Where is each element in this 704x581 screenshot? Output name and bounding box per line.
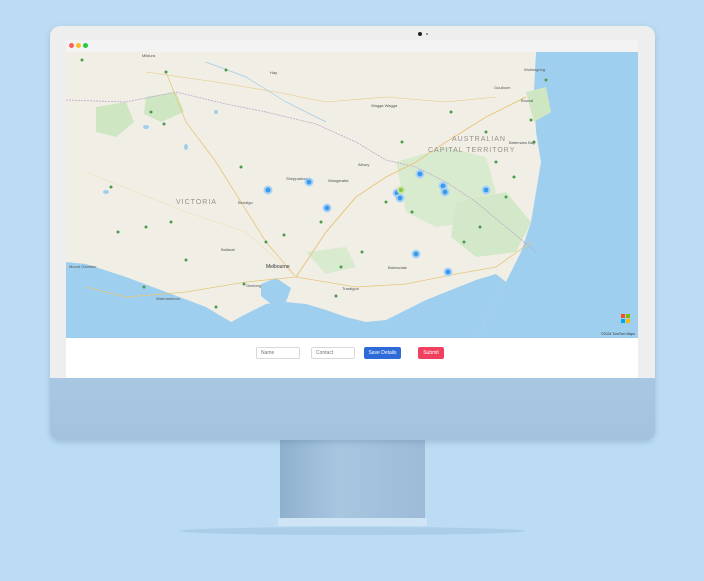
river [205, 61, 327, 123]
details-form: Save Details Submit [66, 338, 638, 378]
city-label: Melbourne [266, 264, 290, 270]
monitor: VICTORIA AUSTRALIAN CAPITAL TERRITORY Mi… [50, 26, 655, 440]
name-input[interactable] [256, 347, 300, 359]
lake [214, 110, 218, 114]
lake [143, 125, 149, 129]
monitor-bezel: VICTORIA AUSTRALIAN CAPITAL TERRITORY Mi… [50, 26, 655, 378]
map-logo-icon [621, 314, 625, 318]
region-label: VICTORIA [176, 199, 217, 206]
map-copyright: ©2024 TomTom Maps [600, 332, 635, 336]
region-label: AUSTRALIAN [452, 136, 506, 143]
region-label: CAPITAL TERRITORY [428, 147, 516, 154]
park-area [96, 102, 134, 137]
map-canvas[interactable] [66, 52, 638, 338]
city-label: Warrnambool [156, 296, 180, 301]
park-area [144, 92, 184, 122]
city-label: Mildura [142, 53, 156, 58]
desk-shadow [180, 527, 525, 535]
monitor-stand [280, 440, 425, 518]
window-titlebar [66, 40, 638, 52]
park-area [451, 192, 531, 257]
monitor-foot [278, 518, 427, 526]
city-label: Batemans Bay [509, 140, 536, 145]
monitor-chin [50, 378, 655, 440]
contact-input[interactable] [311, 347, 355, 359]
city-label: Bendigo [238, 200, 253, 205]
city-label: Ballarat [221, 247, 235, 252]
city-label: Albury [358, 162, 370, 167]
city-label: Bairnsdale [388, 265, 407, 270]
zoom-window-icon[interactable] [83, 43, 88, 48]
close-window-icon[interactable] [69, 43, 74, 48]
save-details-button[interactable]: Save Details [364, 347, 401, 359]
lake [103, 190, 109, 194]
browser-window: VICTORIA AUSTRALIAN CAPITAL TERRITORY Mi… [66, 40, 638, 378]
city-label: Hay [270, 70, 278, 75]
city-label: Shepparton [286, 176, 307, 181]
sensor-icon [426, 33, 428, 35]
city-label: Mount Gambier [69, 264, 97, 269]
submit-button[interactable]: Submit [418, 347, 444, 359]
city-label: Wangaratta [328, 178, 349, 183]
city-label: Traralgon [342, 286, 359, 291]
port-phillip-bay [261, 278, 291, 304]
minimize-window-icon[interactable] [76, 43, 81, 48]
city-label: Wollongong [524, 67, 546, 72]
sturt-highway [145, 71, 497, 103]
city-label: Wagga Wagga [371, 103, 398, 108]
camera-icon [418, 32, 422, 36]
map-view[interactable]: VICTORIA AUSTRALIAN CAPITAL TERRITORY Mi… [66, 52, 638, 338]
city-label: Bowral [521, 98, 534, 103]
city-label: Geelong [246, 283, 262, 288]
city-label: Goulburn [494, 85, 511, 90]
lake [184, 144, 188, 150]
